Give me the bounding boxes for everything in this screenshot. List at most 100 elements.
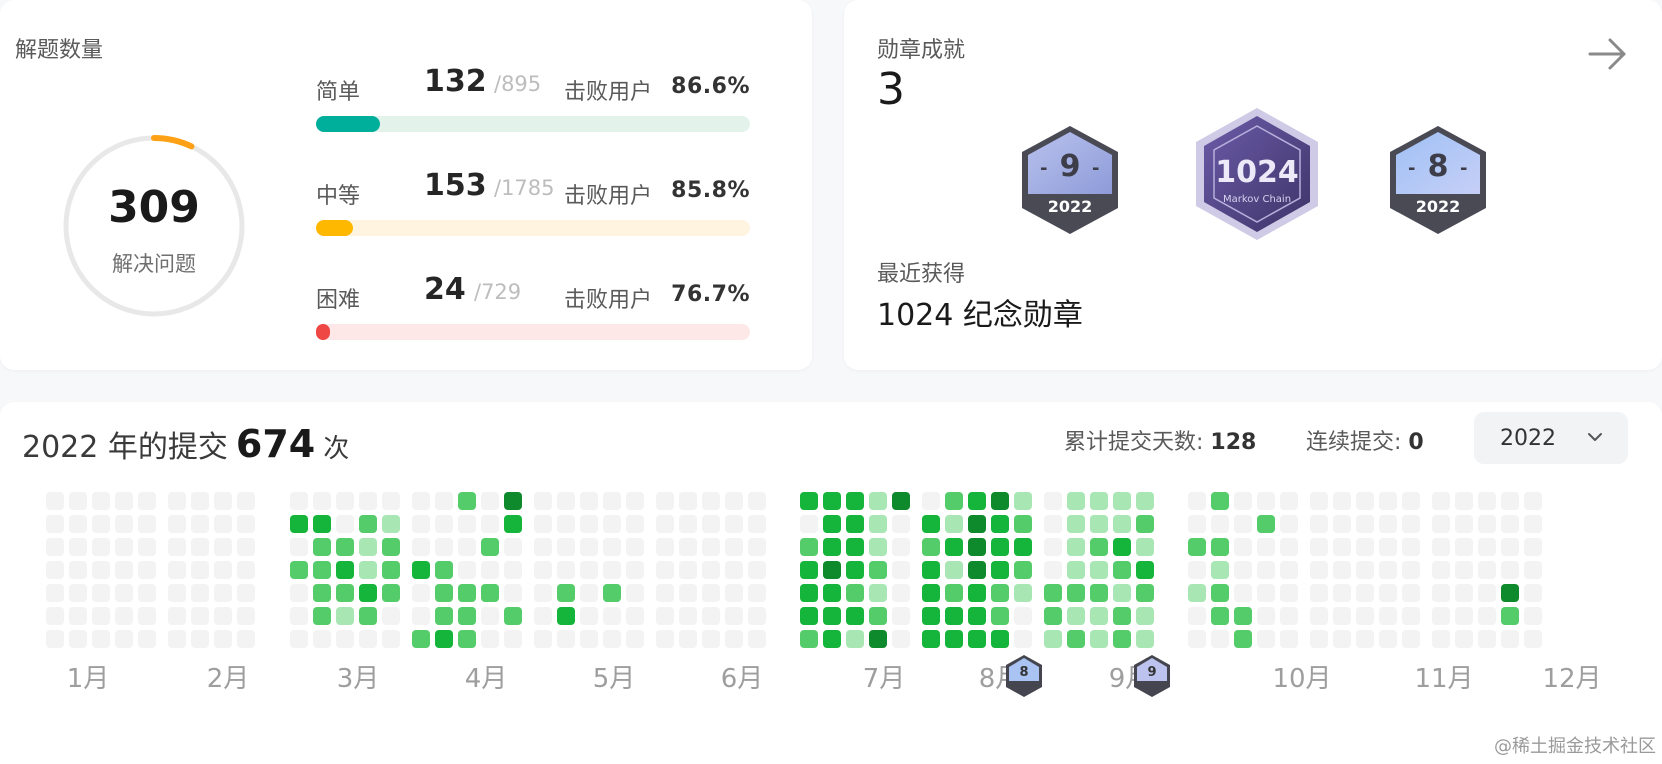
heatmap-cell[interactable] bbox=[1478, 607, 1496, 625]
heatmap-cell[interactable] bbox=[382, 561, 400, 579]
heatmap-cell[interactable] bbox=[92, 515, 110, 533]
heatmap-cell[interactable] bbox=[1234, 607, 1252, 625]
heatmap-cell[interactable] bbox=[869, 584, 887, 602]
heatmap-cell[interactable] bbox=[481, 538, 499, 556]
heatmap-cell[interactable] bbox=[534, 515, 552, 533]
heatmap-cell[interactable] bbox=[1379, 538, 1397, 556]
heatmap-cell[interactable] bbox=[92, 607, 110, 625]
heatmap-cell[interactable] bbox=[603, 515, 621, 533]
heatmap-cell[interactable] bbox=[534, 584, 552, 602]
heatmap-cell[interactable] bbox=[1136, 607, 1154, 625]
heatmap-cell[interactable] bbox=[1234, 515, 1252, 533]
heatmap-cell[interactable] bbox=[626, 538, 644, 556]
heatmap-cell[interactable] bbox=[603, 561, 621, 579]
heatmap-cell[interactable] bbox=[580, 630, 598, 648]
heatmap-cell[interactable] bbox=[1113, 584, 1131, 602]
heatmap-cell[interactable] bbox=[336, 561, 354, 579]
heatmap-cell[interactable] bbox=[945, 630, 963, 648]
heatmap-cell[interactable] bbox=[458, 607, 476, 625]
heatmap-cell[interactable] bbox=[968, 607, 986, 625]
heatmap-cell[interactable] bbox=[1501, 607, 1519, 625]
heatmap-cell[interactable] bbox=[435, 630, 453, 648]
heatmap-cell[interactable] bbox=[1234, 630, 1252, 648]
heatmap-cell[interactable] bbox=[1356, 538, 1374, 556]
heatmap-cell[interactable] bbox=[892, 561, 910, 579]
heatmap-cell[interactable] bbox=[481, 630, 499, 648]
heatmap-cell[interactable] bbox=[92, 630, 110, 648]
heatmap-cell[interactable] bbox=[313, 515, 331, 533]
heatmap-cell[interactable] bbox=[191, 492, 209, 510]
heatmap-cell[interactable] bbox=[115, 584, 133, 602]
heatmap-cell[interactable] bbox=[823, 630, 841, 648]
heatmap-cell[interactable] bbox=[991, 607, 1009, 625]
heatmap-cell[interactable] bbox=[1188, 492, 1206, 510]
heatmap-cell[interactable] bbox=[1356, 492, 1374, 510]
heatmap-cell[interactable] bbox=[1501, 538, 1519, 556]
heatmap-cell[interactable] bbox=[138, 584, 156, 602]
heatmap-cell[interactable] bbox=[191, 515, 209, 533]
heatmap-cell[interactable] bbox=[945, 584, 963, 602]
heatmap-cell[interactable] bbox=[626, 492, 644, 510]
heatmap-cell[interactable] bbox=[557, 607, 575, 625]
heatmap-cell[interactable] bbox=[869, 515, 887, 533]
heatmap-cell[interactable] bbox=[382, 515, 400, 533]
heatmap-cell[interactable] bbox=[1455, 492, 1473, 510]
heatmap-cell[interactable] bbox=[1280, 584, 1298, 602]
heatmap-cell[interactable] bbox=[69, 630, 87, 648]
heatmap-cell[interactable] bbox=[626, 607, 644, 625]
heatmap-cell[interactable] bbox=[823, 561, 841, 579]
heatmap-cell[interactable] bbox=[1432, 630, 1450, 648]
heatmap-cell[interactable] bbox=[1356, 584, 1374, 602]
heatmap-cell[interactable] bbox=[823, 538, 841, 556]
heatmap-cell[interactable] bbox=[702, 515, 720, 533]
heatmap-cell[interactable] bbox=[46, 561, 64, 579]
heatmap-cell[interactable] bbox=[168, 630, 186, 648]
heatmap-cell[interactable] bbox=[138, 561, 156, 579]
heatmap-cell[interactable] bbox=[168, 607, 186, 625]
heatmap-cell[interactable] bbox=[1280, 515, 1298, 533]
heatmap-cell[interactable] bbox=[191, 630, 209, 648]
heatmap-cell[interactable] bbox=[382, 630, 400, 648]
heatmap-cell[interactable] bbox=[1067, 561, 1085, 579]
heatmap-cell[interactable] bbox=[290, 584, 308, 602]
heatmap-cell[interactable] bbox=[557, 630, 575, 648]
heatmap-cell[interactable] bbox=[92, 538, 110, 556]
heatmap-cell[interactable] bbox=[1113, 492, 1131, 510]
heatmap-cell[interactable] bbox=[1402, 561, 1420, 579]
heatmap-cell[interactable] bbox=[138, 630, 156, 648]
heatmap-cell[interactable] bbox=[968, 515, 986, 533]
heatmap-cell[interactable] bbox=[603, 630, 621, 648]
heatmap-cell[interactable] bbox=[191, 607, 209, 625]
heatmap-cell[interactable] bbox=[1310, 515, 1328, 533]
heatmap-cell[interactable] bbox=[336, 630, 354, 648]
heatmap-cell[interactable] bbox=[138, 492, 156, 510]
heatmap-cell[interactable] bbox=[412, 561, 430, 579]
heatmap-cell[interactable] bbox=[922, 607, 940, 625]
heatmap-cell[interactable] bbox=[435, 492, 453, 510]
heatmap-cell[interactable] bbox=[892, 515, 910, 533]
heatmap-cell[interactable] bbox=[1211, 492, 1229, 510]
heatmap-cell[interactable] bbox=[580, 561, 598, 579]
heatmap-cell[interactable] bbox=[679, 561, 697, 579]
heatmap-cell[interactable] bbox=[313, 561, 331, 579]
heatmap-cell[interactable] bbox=[1455, 584, 1473, 602]
heatmap-cell[interactable] bbox=[481, 515, 499, 533]
heatmap-cell[interactable] bbox=[748, 630, 766, 648]
heatmap-cell[interactable] bbox=[1234, 561, 1252, 579]
heatmap-cell[interactable] bbox=[46, 630, 64, 648]
heatmap-cell[interactable] bbox=[748, 538, 766, 556]
heatmap-cell[interactable] bbox=[1455, 561, 1473, 579]
heatmap-cell[interactable] bbox=[481, 584, 499, 602]
heatmap-cell[interactable] bbox=[1113, 607, 1131, 625]
heatmap-cell[interactable] bbox=[1044, 515, 1062, 533]
heatmap-cell[interactable] bbox=[656, 561, 674, 579]
heatmap-cell[interactable] bbox=[115, 515, 133, 533]
heatmap-cell[interactable] bbox=[214, 607, 232, 625]
heatmap-cell[interactable] bbox=[1432, 538, 1450, 556]
heatmap-cell[interactable] bbox=[1136, 584, 1154, 602]
heatmap-cell[interactable] bbox=[892, 538, 910, 556]
heatmap-cell[interactable] bbox=[1455, 607, 1473, 625]
heatmap-cell[interactable] bbox=[968, 538, 986, 556]
heatmap-cell[interactable] bbox=[168, 515, 186, 533]
heatmap-cell[interactable] bbox=[603, 492, 621, 510]
